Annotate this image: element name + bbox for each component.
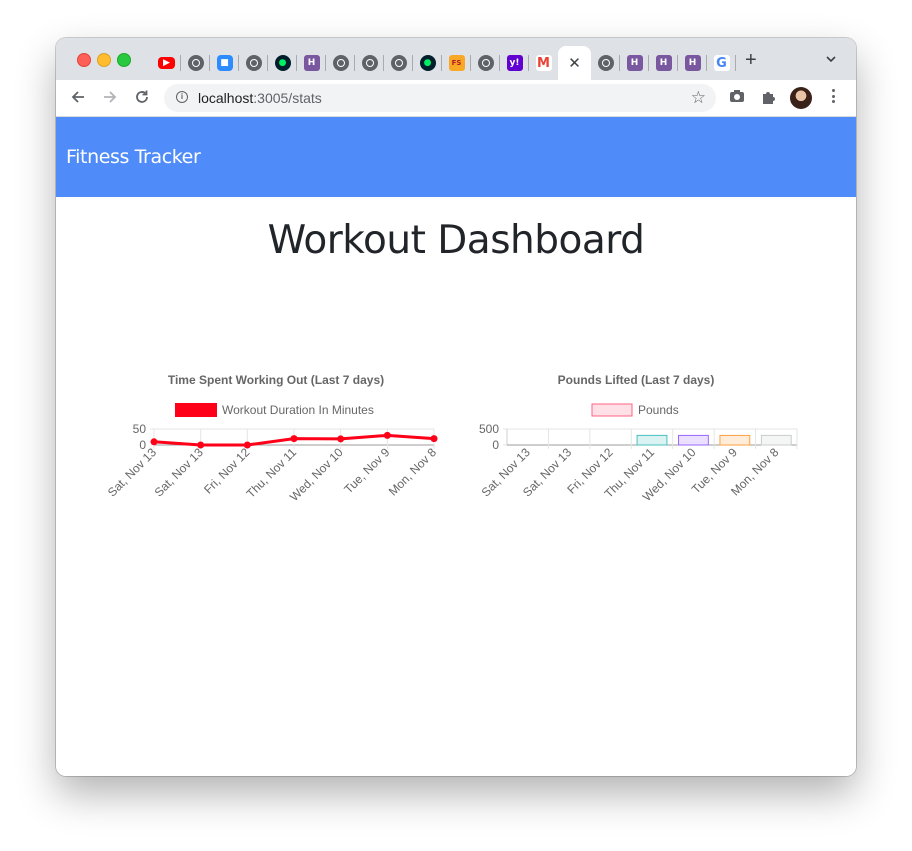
extensions-puzzle-icon[interactable]: [760, 89, 778, 107]
web-page: Fitness Tracker Workout Dashboard Time S…: [56, 117, 856, 776]
browser-toolbar: i localhost:3005/stats ☆: [56, 80, 856, 117]
zoom-window-button[interactable]: [117, 53, 131, 67]
browser-tab[interactable]: ✕: [558, 46, 591, 80]
data-point: [430, 435, 438, 443]
url-path: :3005/stats: [253, 90, 322, 106]
browser-tab[interactable]: M: [529, 46, 558, 80]
browser-tab[interactable]: ●: [413, 46, 442, 80]
back-button[interactable]: [68, 88, 88, 108]
chart-title: Pounds Lifted (Last 7 days): [558, 373, 715, 387]
browser-tab[interactable]: H: [678, 46, 707, 80]
globe-icon: [390, 55, 407, 71]
browser-tab[interactable]: ▶: [152, 46, 181, 80]
legend-swatch: [175, 403, 217, 417]
heroku-icon: H: [303, 55, 320, 71]
url-text: localhost:3005/stats: [198, 90, 322, 106]
data-point: [383, 431, 391, 439]
browser-tab[interactable]: H: [649, 46, 678, 80]
page-title: Workout Dashboard: [267, 218, 645, 263]
browser-tab[interactable]: y!: [500, 46, 529, 80]
y-tick-label: 50: [133, 422, 147, 436]
tab-strip: ▶ ■ ● H ● FS y! M ✕ H H H G +: [56, 38, 856, 80]
globe-icon: [361, 55, 378, 71]
zoom-icon: ■: [216, 55, 233, 71]
data-point: [337, 435, 345, 443]
legend-label: Workout Duration In Minutes: [222, 403, 374, 417]
chart-title: Time Spent Working Out (Last 7 days): [168, 373, 384, 387]
legend-label: Pounds: [638, 403, 679, 417]
data-point: [290, 435, 298, 443]
bar: [678, 434, 709, 446]
site-info-icon[interactable]: i: [176, 91, 188, 103]
browser-tab[interactable]: H: [297, 46, 326, 80]
browser-tab[interactable]: [355, 46, 384, 80]
close-icon[interactable]: ✕: [568, 54, 581, 72]
tab-search-icon[interactable]: [826, 54, 836, 64]
x-tick-label: Sat, Nov 13: [105, 445, 159, 499]
globe-icon: [597, 55, 614, 71]
google-icon: G: [713, 55, 730, 71]
tabs: ▶ ■ ● H ● FS y! M ✕ H H H G: [152, 46, 736, 80]
reload-button[interactable]: [132, 88, 152, 108]
browser-tab[interactable]: [591, 46, 620, 80]
yahoo-icon: y!: [506, 55, 523, 71]
globe-icon: [187, 55, 204, 71]
x-tick-label: Mon, Nov 8: [386, 445, 440, 499]
bar: [719, 434, 751, 446]
bar: [636, 434, 668, 446]
profile-avatar[interactable]: [790, 87, 812, 109]
browser-menu-icon[interactable]: [832, 89, 836, 106]
gmail-icon: M: [535, 55, 552, 71]
browser-tab[interactable]: FS: [442, 46, 471, 80]
heroku-icon: H: [655, 55, 672, 71]
forward-button[interactable]: [100, 88, 120, 108]
globe-icon: [245, 55, 262, 71]
url-host: localhost: [198, 90, 254, 106]
legend-swatch: [591, 403, 633, 417]
browser-tab[interactable]: [326, 46, 355, 80]
tab-separator: [735, 55, 736, 71]
data-point: [197, 441, 205, 449]
camera-icon[interactable]: [728, 89, 746, 107]
browser-tab[interactable]: G: [707, 46, 736, 80]
navbar-brand[interactable]: Fitness Tracker: [66, 146, 201, 168]
reload-icon: [136, 90, 148, 103]
browser-tab[interactable]: [239, 46, 268, 80]
bookmark-star-icon[interactable]: ☆: [691, 88, 706, 108]
x-tick-label: Sat, Nov 13: [152, 445, 206, 499]
heroku-icon: H: [626, 55, 643, 71]
forward-arrow-icon: [104, 91, 117, 103]
minimize-window-button[interactable]: [97, 53, 111, 67]
youtube-icon: ▶: [158, 57, 175, 69]
fs-icon: FS: [448, 55, 465, 71]
bar: [760, 434, 792, 446]
browser-tab[interactable]: [471, 46, 500, 80]
globe-icon: [332, 55, 349, 71]
address-bar[interactable]: i localhost:3005/stats ☆: [164, 84, 716, 112]
y-tick-label: 500: [479, 422, 499, 436]
globe-icon: [477, 55, 494, 71]
heroku-icon: H: [684, 55, 701, 71]
back-arrow-icon: [71, 91, 84, 103]
browser-tab[interactable]: [384, 46, 413, 80]
browser-tab[interactable]: H: [620, 46, 649, 80]
mongodb-icon: ●: [274, 55, 291, 71]
browser-tab[interactable]: ■: [210, 46, 239, 80]
data-point: [243, 441, 251, 449]
browser-window: ▶ ■ ● H ● FS y! M ✕ H H H G + i localhost:3005/stats…: [56, 38, 856, 776]
y-tick-label: 0: [492, 438, 499, 452]
data-point: [150, 438, 158, 446]
charts-area: Time Spent Working Out (Last 7 days) Work…: [105, 373, 798, 504]
navbar: Fitness Tracker: [56, 117, 856, 197]
new-tab-button[interactable]: +: [745, 50, 757, 70]
close-window-button[interactable]: [77, 53, 91, 67]
mongodb-icon: ●: [419, 55, 436, 71]
browser-tab[interactable]: ●: [268, 46, 297, 80]
browser-tab[interactable]: [181, 46, 210, 80]
